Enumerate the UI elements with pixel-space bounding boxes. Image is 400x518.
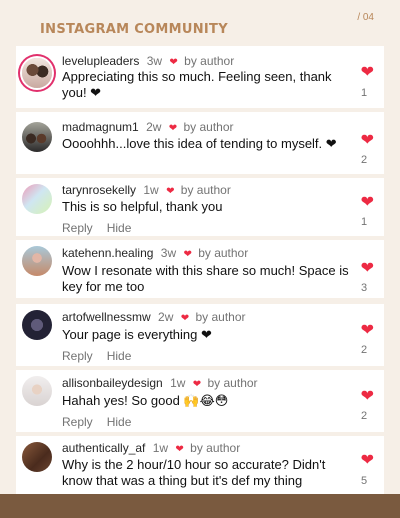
author-heart-icon: ❤	[169, 57, 178, 68]
timestamp: 2w	[158, 310, 174, 324]
by-author-label: by author	[183, 120, 234, 134]
username[interactable]: katehenn.healing	[62, 246, 153, 260]
by-author-label: by author	[198, 246, 249, 260]
avatar[interactable]	[22, 246, 52, 276]
comment-card: tarynrosekelly 1w ❤ by author This is so…	[16, 178, 384, 236]
username[interactable]: allisonbaileydesign	[62, 376, 163, 390]
heart-icon[interactable]: ❤	[361, 130, 374, 150]
reply-button[interactable]: Reply	[62, 349, 93, 363]
avatar[interactable]	[22, 442, 52, 472]
author-heart-icon: ❤	[168, 123, 178, 134]
author-heart-icon: ❤	[175, 444, 184, 455]
comment-header: tarynrosekelly 1w ❤ by author	[62, 183, 231, 197]
like-count: 2	[360, 344, 368, 356]
username[interactable]: authentically_af	[62, 441, 145, 455]
author-heart-icon: ❤	[180, 313, 190, 324]
comment-text: This is so helpful, thank you	[62, 199, 223, 214]
hide-button[interactable]: Hide	[107, 415, 132, 429]
heart-icon[interactable]: ❤	[361, 450, 374, 470]
comment-text: Wow I resonate with this share so much! …	[62, 263, 349, 294]
page-title: INSTAGRAM COMMUNITY	[40, 22, 228, 37]
avatar[interactable]	[22, 184, 52, 214]
comment-text: Why is the 2 hour/10 hour so accurate? D…	[62, 457, 326, 488]
comment-header: artofwellnessmw 2w ❤ by author	[62, 310, 246, 324]
timestamp: 1w	[143, 183, 159, 197]
username[interactable]: tarynrosekelly	[62, 183, 136, 197]
timestamp: 3w	[146, 54, 163, 68]
like-count: 5	[360, 475, 368, 487]
reply-actions: Reply Hide	[62, 349, 145, 363]
footer-bar	[0, 494, 400, 518]
avatar[interactable]	[22, 58, 52, 88]
timestamp: 1w	[152, 441, 169, 455]
reply-actions: Reply Hide	[62, 415, 145, 429]
hide-button[interactable]: Hide	[107, 349, 132, 363]
comment-header: katehenn.healing 3w ❤ by author	[62, 246, 248, 260]
page-number: / 04	[357, 12, 374, 23]
comment-text: Your page is everything ❤	[62, 327, 212, 342]
comment-card: artofwellnessmw 2w ❤ by author Your page…	[16, 304, 384, 366]
reply-actions: Reply Hide	[62, 221, 145, 235]
heart-icon[interactable]: ❤	[361, 258, 374, 278]
heart-icon[interactable]: ❤	[361, 320, 374, 340]
comment-text: Appreciating this so much. Feeling seen,…	[62, 69, 332, 100]
comment-text: Hahah yes! So good 🙌😂😳	[62, 393, 229, 408]
comment-card: katehenn.healing 3w ❤ by author Wow I re…	[16, 240, 384, 298]
username[interactable]: artofwellnessmw	[62, 310, 151, 324]
comment-card: allisonbaileydesign 1w ❤ by author Hahah…	[16, 370, 384, 432]
timestamp: 1w	[170, 376, 186, 390]
comment-card: levelupleaders 3w ❤ by author Appreciati…	[16, 46, 384, 108]
author-heart-icon: ❤	[183, 249, 192, 260]
avatar[interactable]	[22, 310, 52, 340]
by-author-label: by author	[195, 310, 246, 324]
comment-header: authentically_af 1w ❤ by author	[62, 441, 240, 455]
header: INSTAGRAM COMMUNITY / 04	[0, 0, 400, 40]
comment-card: madmagnum1 2w ❤ by author Oooohhh...love…	[16, 112, 384, 174]
username[interactable]: levelupleaders	[62, 54, 139, 68]
comment-text: Oooohhh...love this idea of tending to m…	[62, 136, 337, 151]
like-count: 1	[360, 216, 368, 228]
by-author-label: by author	[184, 54, 235, 68]
comment-header: allisonbaileydesign 1w ❤ by author	[62, 376, 258, 390]
username[interactable]: madmagnum1	[62, 120, 139, 134]
comment-header: madmagnum1 2w ❤ by author	[62, 120, 234, 134]
avatar[interactable]	[22, 376, 52, 406]
by-author-label: by author	[180, 183, 231, 197]
by-author-label: by author	[207, 376, 258, 390]
author-heart-icon: ❤	[192, 379, 202, 390]
comment-header: levelupleaders 3w ❤ by author	[62, 54, 234, 68]
timestamp: 3w	[160, 246, 177, 260]
author-heart-icon: ❤	[166, 186, 175, 197]
avatar[interactable]	[22, 122, 52, 152]
comment-card: authentically_af 1w ❤ by author Why is t…	[16, 436, 384, 494]
heart-icon[interactable]: ❤	[361, 62, 374, 82]
reply-button[interactable]: Reply	[62, 221, 93, 235]
like-count: 1	[360, 87, 368, 99]
hide-button[interactable]: Hide	[107, 221, 132, 235]
heart-icon[interactable]: ❤	[361, 192, 374, 212]
by-author-label: by author	[190, 441, 241, 455]
like-count: 2	[360, 410, 368, 422]
reply-button[interactable]: Reply	[62, 415, 93, 429]
heart-icon[interactable]: ❤	[361, 386, 374, 406]
like-count: 2	[360, 154, 368, 166]
like-count: 3	[360, 282, 368, 294]
timestamp: 2w	[146, 120, 162, 134]
